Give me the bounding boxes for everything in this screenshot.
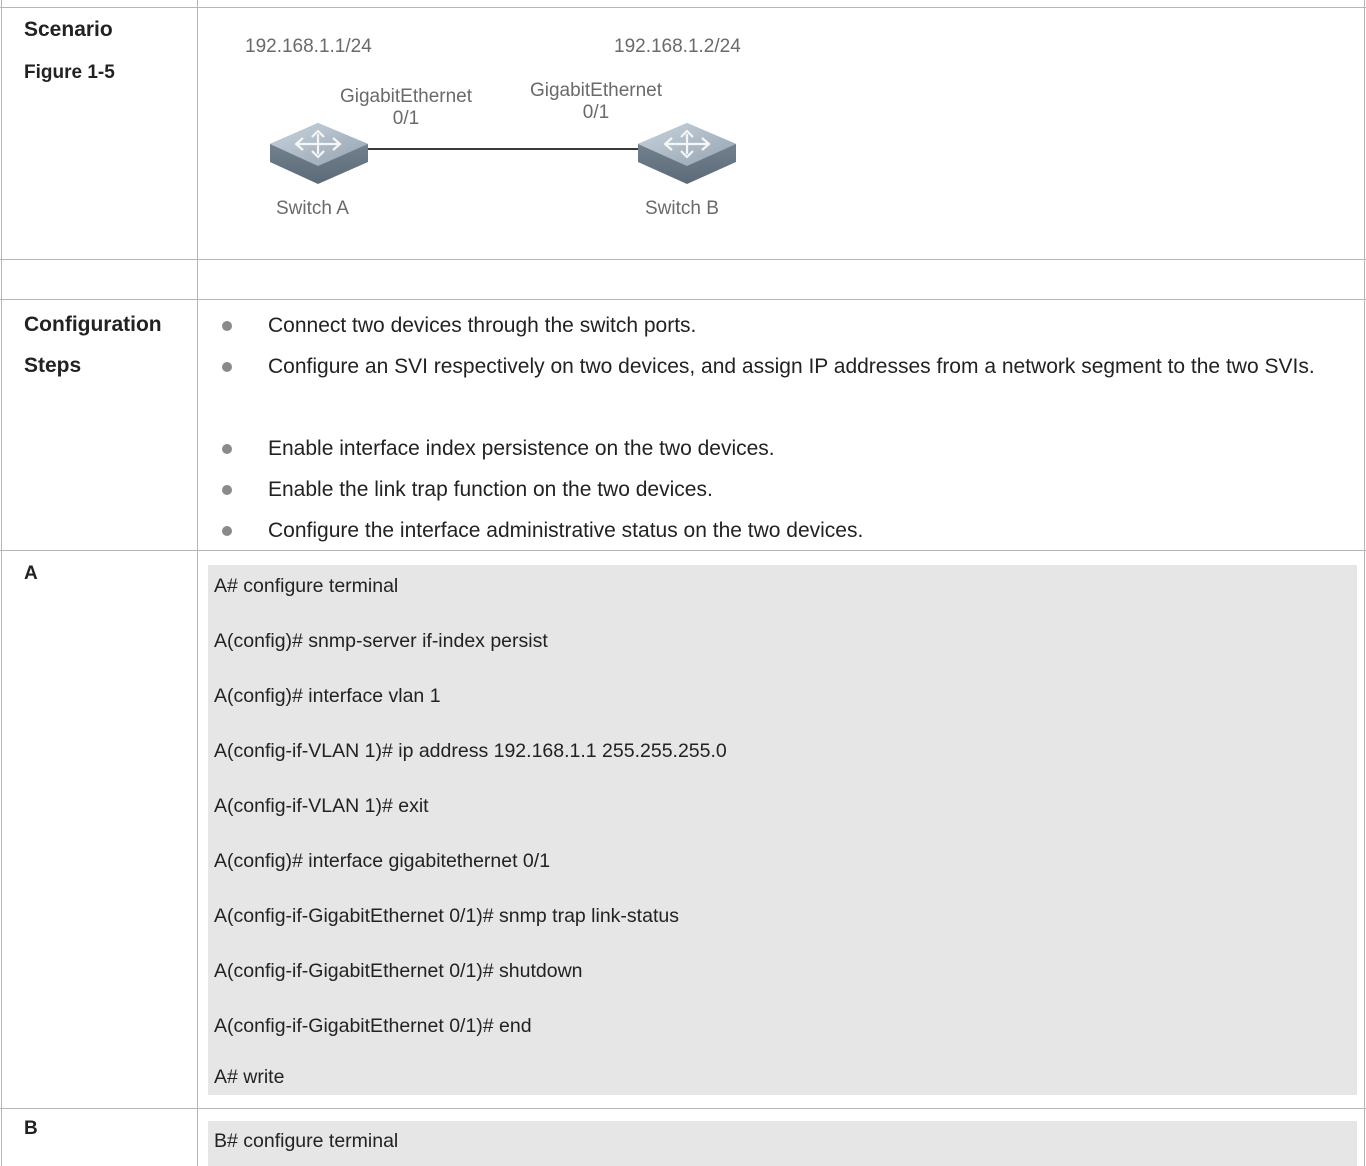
device-a-code-block: A# configure terminal A(config)# snmp-se… xyxy=(208,565,1357,1095)
step-text: Enable the link trap function on the two… xyxy=(268,478,713,501)
row-divider xyxy=(0,299,1366,300)
code-line: A(config)# interface vlan 1 xyxy=(214,685,441,707)
bullet-icon xyxy=(222,444,232,454)
switch-a-name: Switch A xyxy=(276,198,349,219)
code-line: A(config)# interface gigabitethernet 0/1 xyxy=(214,850,551,872)
device-b-label: B xyxy=(24,1118,38,1139)
table-border-top xyxy=(0,7,1366,8)
config-table: Scenario Figure 1-5 192.168.1.1/24 192.1… xyxy=(0,0,1366,1166)
code-line: A(config-if-GigabitEthernet 0/1)# shutdo… xyxy=(214,960,583,982)
step-text: Enable interface index persistence on th… xyxy=(268,437,775,460)
topology-graphic xyxy=(270,123,736,184)
switch-b-name: Switch B xyxy=(645,198,719,219)
device-b-code-block: B# configure terminal xyxy=(208,1121,1357,1166)
step-text: Configure an SVI respectively on two dev… xyxy=(268,355,1315,378)
code-line: A# configure terminal xyxy=(214,575,399,597)
config-steps-label: Configuration xyxy=(24,313,162,336)
bullet-icon xyxy=(222,526,232,536)
code-line: B# configure terminal xyxy=(214,1130,399,1152)
row-divider xyxy=(0,1108,1366,1109)
code-line: A(config-if-GigabitEthernet 0/1)# end xyxy=(214,1015,532,1037)
network-diagram: 192.168.1.1/24 192.168.1.2/24 GigabitEth… xyxy=(198,10,1366,260)
device-a-label: A xyxy=(24,563,38,584)
step-text: Configure the interface administrative s… xyxy=(268,519,864,542)
switch-b-icon xyxy=(638,123,736,184)
step-text: Connect two devices through the switch p… xyxy=(268,314,697,337)
bullet-icon xyxy=(222,321,232,331)
switch-a-icon xyxy=(270,123,368,184)
code-line: A# write xyxy=(214,1066,285,1088)
code-line: A(config-if-GigabitEthernet 0/1)# snmp t… xyxy=(214,905,679,927)
config-steps-label-2: Steps xyxy=(24,354,82,377)
bullet-icon xyxy=(222,362,232,372)
figure-label: Figure 1-5 xyxy=(24,62,115,83)
code-line: A(config-if-VLAN 1)# ip address 192.168.… xyxy=(214,740,727,762)
code-line: A(config)# snmp-server if-index persist xyxy=(214,630,548,652)
scenario-label: Scenario xyxy=(24,18,113,41)
table-border-left xyxy=(1,0,2,1166)
code-line: A(config-if-VLAN 1)# exit xyxy=(214,795,429,817)
bullet-icon xyxy=(222,485,232,495)
